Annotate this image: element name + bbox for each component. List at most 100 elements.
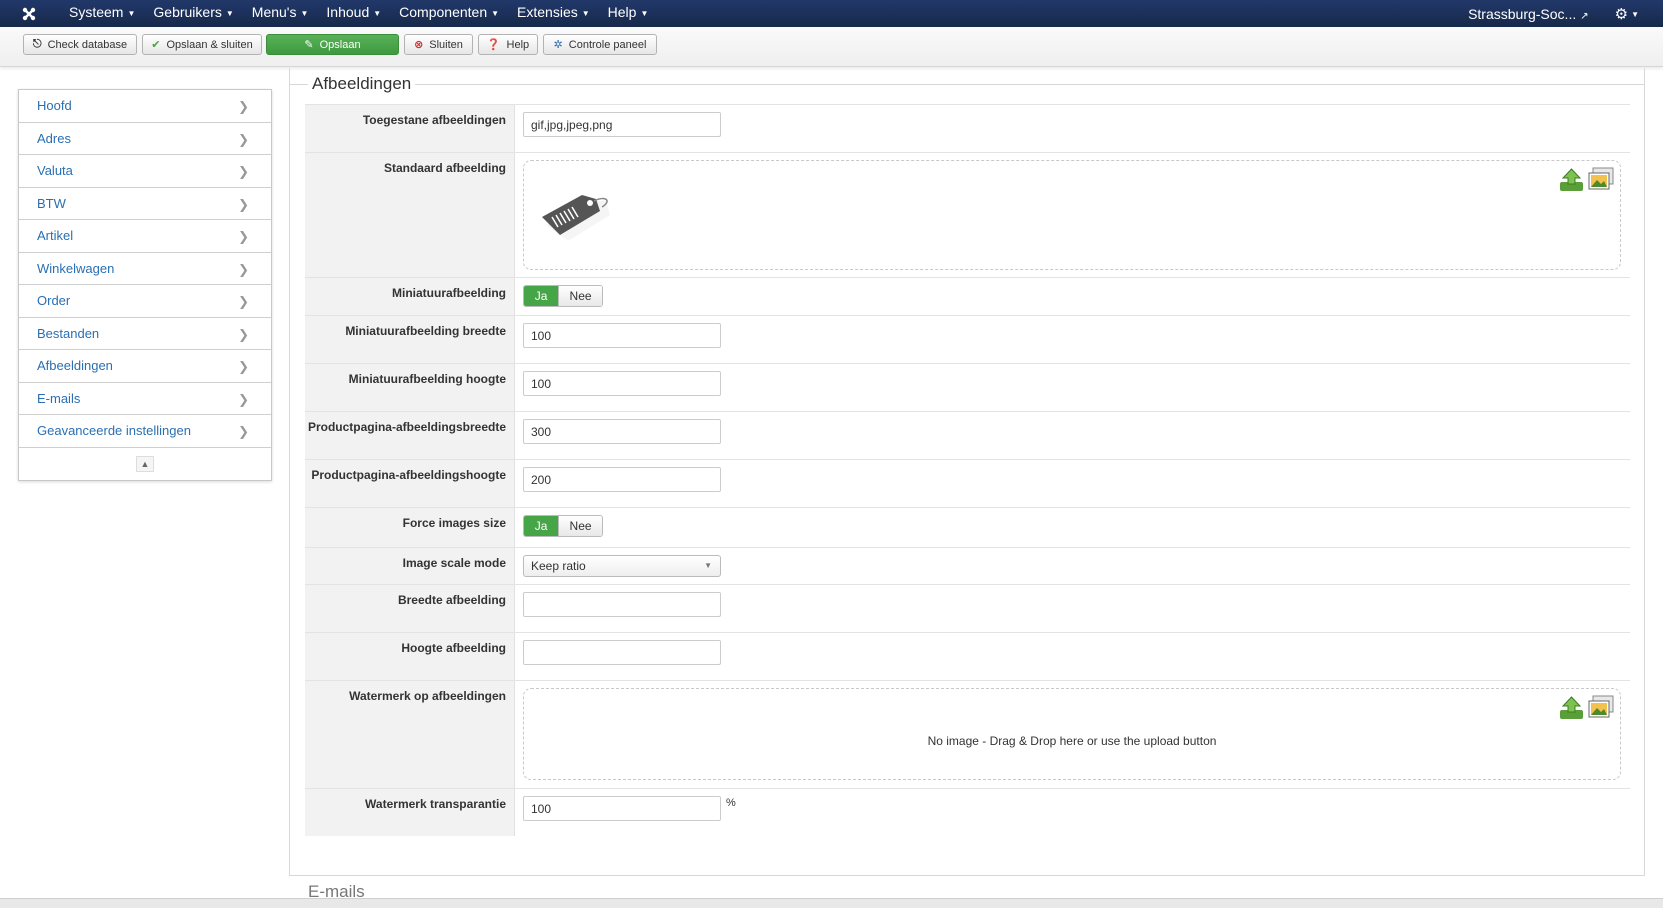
collapse-sidebar-icon[interactable]: ▲ [136,455,154,472]
dashboard-icon: ✲ [553,39,563,51]
sidebar: Hoofd ❯ Adres ❯ Valuta ❯ BTW ❯ Artikel ❯ Wink… [18,89,272,481]
sidebar-item-artikel[interactable]: Artikel ❯ [19,220,271,253]
chevron-right-icon: ❯ [238,164,249,179]
row-thumbnail: Miniatuurafbeelding Ja Nee [305,277,1630,315]
settings-panel: Afbeeldingen Toegestane afbeeldingen Sta… [289,68,1645,876]
field-label: Miniatuurafbeelding hoogte [305,364,515,411]
product-height-input[interactable] [523,467,721,492]
chevron-right-icon: ❯ [238,131,249,147]
field-label: Standaard afbeelding [305,153,515,277]
row-thumb-height: Miniatuurafbeelding hoogte [305,363,1630,411]
default-image-dropzone[interactable] [523,160,1621,270]
chevron-right-icon: ❯ [238,359,249,374]
user-menu[interactable]: ⚙ ▼ [1615,5,1639,23]
return-icon: ⎋ [32,38,42,50]
row-default-image: Standaard afbeelding [305,152,1630,277]
thumbnail-no[interactable]: Nee [558,286,602,306]
caret-down-icon: ▼ [127,8,136,18]
close-button[interactable]: ⊗ Sluiten [404,34,473,55]
chevron-right-icon: ❯ [238,424,249,439]
save-button[interactable]: ✎ Opslaan [266,34,399,55]
thumb-width-input[interactable] [523,323,721,348]
field-label: Miniatuurafbeelding breedte [305,316,515,363]
percent-unit: % [726,797,736,809]
chevron-right-icon: ❯ [238,261,249,277]
save-close-button[interactable]: ✔ Opslaan & sluiten [142,34,262,55]
sidebar-item-geavanceerd[interactable]: Geavanceerde instellingen ❯ [19,415,271,448]
row-image-width: Breedte afbeelding [305,584,1630,632]
edit-icon: ✎ [304,39,314,51]
row-watermark: Watermerk op afbeeldingen No image - Dra… [305,680,1630,788]
top-navbar: Systeem ▼ Gebruikers ▼ Menu's ▼ Inhoud ▼ Com… [0,0,1663,27]
field-label: Watermerk transparantie [305,789,515,836]
sidebar-item-adres[interactable]: Adres ❯ [19,123,271,155]
chevron-right-icon: ❯ [238,99,249,114]
sidebar-item-hoofd[interactable]: Hoofd ❯ [19,90,271,123]
upload-icon[interactable] [1558,694,1585,724]
image-height-input[interactable] [523,640,721,665]
image-library-icon[interactable] [1587,166,1615,196]
chevron-right-icon: ❯ [238,326,249,342]
chevron-right-icon: ❯ [238,196,249,212]
navbar-right: Strassburg-Soc... ↗ ⚙ ▼ [1468,0,1663,27]
sidebar-item-bestanden[interactable]: Bestanden ❯ [19,318,271,350]
row-product-width: Productpagina-afbeeldingsbreedte [305,411,1630,459]
joomla-logo-icon[interactable] [14,0,44,27]
row-thumb-width: Miniatuurafbeelding breedte [305,315,1630,363]
sidebar-footer: ▲ [19,448,271,480]
site-link[interactable]: Strassburg-Soc... ↗ [1468,6,1589,22]
chevron-right-icon: ❯ [238,294,249,309]
field-label: Toegestane afbeeldingen [305,105,515,152]
watermark-dropzone[interactable]: No image - Drag & Drop here or use the u… [523,688,1621,780]
force-size-toggle: Ja Nee [523,515,603,537]
menu-systeem[interactable]: Systeem ▼ [60,0,144,27]
help-button[interactable]: ❓ Help [478,34,538,55]
chevron-right-icon: ❯ [238,391,249,407]
question-icon: ❓ [486,39,501,51]
sidebar-item-afbeeldingen[interactable]: Afbeeldingen ❯ [19,350,271,383]
bottom-scrollbar[interactable] [0,898,1663,908]
menu-menus[interactable]: Menu's ▼ [243,0,318,27]
field-label: Image scale mode [305,548,515,584]
caret-down-icon: ▼ [225,8,234,18]
thumb-height-input[interactable] [523,371,721,396]
scale-mode-select[interactable]: Keep ratio ▼ [523,555,721,577]
menu-inhoud[interactable]: Inhoud ▼ [317,0,390,27]
sidebar-item-valuta[interactable]: Valuta ❯ [19,155,271,188]
toolbar: ⎋ Check database ✔ Opslaan & sluiten ✎ Opsl… [0,27,1663,67]
caret-down-icon: ▼ [491,8,500,18]
menu-help[interactable]: Help ▼ [599,0,658,27]
product-width-input[interactable] [523,419,721,444]
row-scale-mode: Image scale mode Keep ratio ▼ [305,547,1630,584]
main-menu: Systeem ▼ Gebruikers ▼ Menu's ▼ Inhoud ▼ Com… [60,0,657,27]
menu-gebruikers[interactable]: Gebruikers ▼ [144,0,242,27]
field-label: Hoogte afbeelding [305,633,515,680]
cancel-icon: ⊗ [414,39,424,51]
thumbnail-toggle: Ja Nee [523,285,603,307]
sidebar-item-order[interactable]: Order ❯ [19,285,271,318]
upload-icon[interactable] [1558,166,1585,196]
field-label: Breedte afbeelding [305,585,515,632]
section-title: Afbeeldingen [308,74,416,94]
allowed-images-input[interactable] [523,112,721,137]
caret-down-icon: ▼ [373,8,382,18]
force-size-yes[interactable]: Ja [524,516,559,536]
check-database-button[interactable]: ⎋ Check database [23,34,137,55]
menu-extensies[interactable]: Extensies ▼ [508,0,599,27]
chevron-right-icon: ❯ [238,229,249,244]
sidebar-item-emails[interactable]: E-mails ❯ [19,383,271,415]
control-panel-button[interactable]: ✲ Controle paneel [543,34,657,55]
external-link-icon: ↗ [1580,10,1589,22]
watermark-opacity-input[interactable] [523,796,721,821]
thumbnail-yes[interactable]: Ja [524,286,559,306]
image-width-input[interactable] [523,592,721,617]
dropzone-empty-text: No image - Drag & Drop here or use the u… [927,734,1217,748]
caret-down-icon: ▼ [704,561,712,570]
menu-componenten[interactable]: Componenten ▼ [390,0,508,27]
row-allowed-images: Toegestane afbeeldingen [305,104,1630,152]
image-library-icon[interactable] [1587,694,1615,724]
force-size-no[interactable]: Nee [558,516,602,536]
sidebar-item-btw[interactable]: BTW ❯ [19,188,271,220]
sidebar-item-winkelwagen[interactable]: Winkelwagen ❯ [19,253,271,285]
field-label: Productpagina-afbeeldingsbreedte [305,412,515,459]
